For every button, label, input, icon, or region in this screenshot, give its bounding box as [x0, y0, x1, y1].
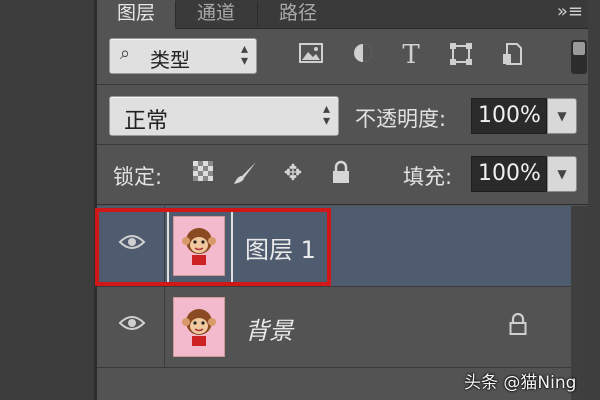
visibility-divider	[164, 206, 165, 286]
lock-transparent-pixels-icon[interactable]	[189, 160, 217, 188]
divider	[97, 204, 589, 205]
layer-name[interactable]: 背景	[245, 311, 293, 346]
lock-position-icon[interactable]: ✥	[279, 160, 307, 188]
toggle-knob	[573, 42, 585, 55]
opacity-label: 不透明度:	[355, 107, 447, 131]
tab-paths-label: 路径	[278, 2, 317, 24]
eye-icon[interactable]	[117, 313, 147, 339]
tab-layers-label: 图层	[116, 2, 155, 24]
shape-filter-icon[interactable]	[447, 42, 475, 68]
lock-label: 锁定:	[113, 165, 163, 189]
thumbnail-selection-bracket	[167, 210, 169, 282]
layer-thumbnail[interactable]	[173, 216, 225, 276]
monkey-thumbnail-icon	[182, 309, 216, 346]
tab-separator	[257, 2, 258, 26]
panel-menu-icon[interactable]: »≡	[557, 2, 583, 22]
lock-icon	[509, 312, 527, 341]
chevron-down-icon: ▼	[557, 167, 567, 181]
fill-label: 填充:	[403, 165, 453, 189]
thumbnail-selection-bracket	[231, 210, 233, 282]
layers-panel: 图层 通道 路径 »≡ ⌕ 类型 ▴ ▾ T 正常 ▴ ▾ 不透明度: 100% ▼…	[96, 0, 589, 400]
updown-arrow-icon: ▴ ▾	[240, 41, 248, 69]
type-filter-icon[interactable]: T	[397, 42, 425, 68]
tab-channels-label: 通道	[196, 2, 235, 24]
right-gutter	[588, 0, 600, 400]
search-icon: ⌕	[120, 43, 131, 64]
tab-separator	[175, 2, 176, 26]
monkey-thumbnail-icon	[182, 228, 216, 265]
divider	[97, 144, 589, 145]
opacity-dropdown-button[interactable]: ▼	[547, 98, 577, 134]
fill-dropdown-button[interactable]: ▼	[547, 156, 577, 192]
tab-layers[interactable]: 图层	[97, 0, 175, 29]
blend-mode-select[interactable]: 正常 ▴ ▾	[109, 96, 339, 136]
updown-arrow-icon: ▴ ▾	[322, 101, 330, 129]
visibility-divider	[164, 287, 165, 367]
fill-input[interactable]: 100%	[471, 156, 547, 192]
chevron-down-icon: ▼	[557, 109, 567, 123]
blend-mode-value: 正常	[124, 109, 169, 134]
filter-kind-label: 类型	[150, 48, 190, 72]
tab-paths[interactable]: 路径	[259, 0, 337, 28]
layer-name[interactable]: 图层 1	[245, 230, 316, 265]
tab-channels[interactable]: 通道	[177, 0, 255, 28]
pixel-filter-icon[interactable]	[297, 42, 325, 68]
left-canvas-strip	[0, 0, 96, 400]
divider	[97, 84, 589, 85]
eye-icon[interactable]	[117, 232, 147, 258]
panel-tab-bar: 图层 通道 路径 »≡	[97, 0, 589, 29]
smart-object-filter-icon[interactable]	[499, 42, 527, 68]
opacity-input[interactable]: 100%	[471, 98, 547, 134]
layer-row-background[interactable]: 背景	[97, 287, 571, 367]
watermark-text: 头条 @猫Ning	[464, 373, 577, 393]
layer-thumbnail[interactable]	[173, 297, 225, 357]
layer-filter-select[interactable]: ⌕ 类型 ▴ ▾	[109, 38, 257, 74]
lock-image-pixels-icon[interactable]	[231, 160, 259, 188]
filter-toggle-switch[interactable]	[571, 40, 587, 74]
layer-row-layer1[interactable]: 图层 1	[97, 206, 571, 286]
adjustment-filter-icon[interactable]	[349, 42, 377, 68]
lock-all-icon[interactable]	[327, 160, 355, 188]
